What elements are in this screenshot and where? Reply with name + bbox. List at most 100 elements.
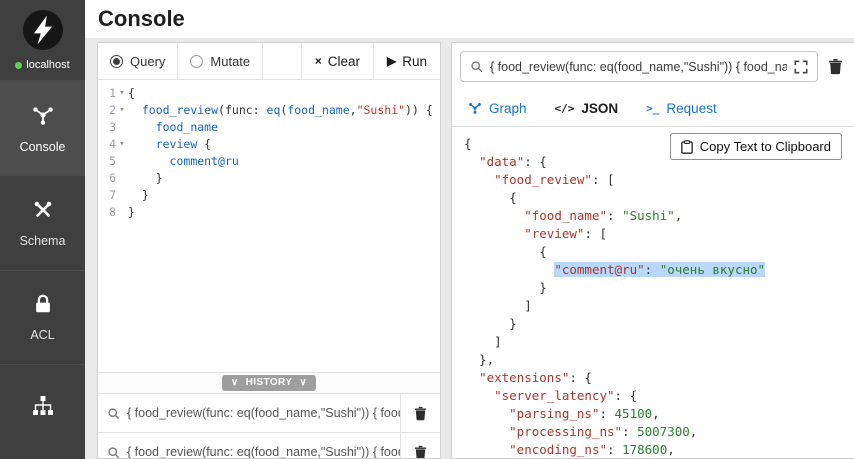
json-line: "comment@ru": "очень вкусно" xyxy=(464,261,854,279)
delete-query-button[interactable] xyxy=(827,58,844,75)
content: Query Mutate × Clear ▶ Run xyxy=(85,38,854,459)
graph-icon xyxy=(468,101,482,115)
history-item[interactable]: { food_review(func: eq(food_name,"Sushi"… xyxy=(98,393,440,432)
main-area: Console Query Mutate × Cl xyxy=(85,0,854,459)
json-line: } xyxy=(464,279,854,297)
editor-line: 4▾ review { xyxy=(98,136,440,153)
terminal-icon: >_ xyxy=(646,102,659,115)
tab-graph[interactable]: Graph xyxy=(454,90,541,126)
search-icon xyxy=(107,407,120,420)
json-line: { xyxy=(464,189,854,207)
query-mode-label: Query xyxy=(130,54,165,69)
tab-json[interactable]: </> JSON xyxy=(541,90,633,126)
json-line: }, xyxy=(464,351,854,369)
json-line: ] xyxy=(464,333,854,351)
tab-label: JSON xyxy=(581,101,618,116)
search-icon xyxy=(470,60,483,73)
server-name: localhost xyxy=(26,59,69,71)
dgraph-logo xyxy=(22,9,64,54)
fold-arrow-icon[interactable]: ▾ xyxy=(116,102,128,119)
radio-icon xyxy=(190,55,203,68)
sidebar-item-console[interactable]: Console xyxy=(0,80,85,175)
json-line: ] xyxy=(464,297,854,315)
clear-x-icon: × xyxy=(315,54,322,68)
json-line: { xyxy=(464,243,854,261)
radio-icon xyxy=(110,55,123,68)
line-number: 5 xyxy=(98,153,116,170)
toolbar-spacer xyxy=(263,43,301,79)
history-label: HISTORY xyxy=(246,378,293,388)
fold-gutter xyxy=(116,187,128,204)
chevron-down-icon: ∨ xyxy=(299,378,307,388)
line-number: 7 xyxy=(98,187,116,204)
run-label: Run xyxy=(402,54,427,69)
line-number: 1 xyxy=(98,85,116,102)
query-panel: Query Mutate × Clear ▶ Run xyxy=(97,42,441,459)
history-query-text: { food_review(func: eq(food_name,"Sushi"… xyxy=(127,406,400,420)
line-number: 8 xyxy=(98,204,116,221)
page-header: Console xyxy=(85,0,854,38)
fold-gutter xyxy=(116,153,128,170)
fold-gutter xyxy=(116,170,128,187)
fold-arrow-icon[interactable]: ▾ xyxy=(116,136,128,153)
editor-line: 8} xyxy=(98,204,440,221)
editor-line: 6 } xyxy=(98,170,440,187)
sidebar-item-label: ACL xyxy=(30,328,54,342)
editor-line: 5 comment@ru xyxy=(98,153,440,170)
sidebar-item-label: Console xyxy=(20,140,66,154)
fold-gutter xyxy=(116,119,128,136)
copy-button-label: Copy Text to Clipboard xyxy=(700,139,831,154)
fold-gutter xyxy=(116,204,128,221)
page-title: Console xyxy=(98,6,185,32)
editor-line: 3 food_name xyxy=(98,119,440,136)
line-number: 2 xyxy=(98,102,116,119)
editor-line: 7 } xyxy=(98,187,440,204)
delete-history-button[interactable] xyxy=(400,394,440,432)
line-number: 3 xyxy=(98,119,116,136)
sidebar-item-acl[interactable]: ACL xyxy=(0,270,85,365)
acl-lock-icon xyxy=(32,292,54,319)
query-editor[interactable]: 1▾{2▾ food_review(func: eq(food_name,"Su… xyxy=(98,80,440,372)
sidebar-item-schema[interactable]: Schema xyxy=(0,175,85,270)
history-query-text: { food_review(func: eq(food_name,"Sushi"… xyxy=(127,445,400,459)
schema-tools-icon xyxy=(31,198,55,225)
app-root: localhost Console Schema ACL xyxy=(0,0,854,459)
server-status: localhost xyxy=(15,59,69,71)
clear-label: Clear xyxy=(328,54,360,69)
mutate-mode-radio[interactable]: Mutate xyxy=(178,43,263,79)
results-panel: { food_review(func: eq(food_name,"Sushi"… xyxy=(451,42,854,459)
current-query-box[interactable]: { food_review(func: eq(food_name,"Sushi"… xyxy=(460,51,818,82)
fold-arrow-icon[interactable]: ▾ xyxy=(116,85,128,102)
sidebar-server[interactable]: localhost xyxy=(0,0,85,80)
clipboard-icon xyxy=(681,140,693,154)
copy-to-clipboard-button[interactable]: Copy Text to Clipboard xyxy=(670,133,842,160)
query-mode-radio[interactable]: Query xyxy=(98,43,178,79)
code-icon: </> xyxy=(555,102,575,115)
console-graph-icon xyxy=(30,102,56,131)
json-line: "processing_ns": 5007300, xyxy=(464,423,854,441)
json-view: Copy Text to Clipboard { "data": { "food… xyxy=(452,127,854,458)
editor-line: 2▾ food_review(func: eq(food_name,"Sushi… xyxy=(98,102,440,119)
chevron-down-icon: ∨ xyxy=(231,378,239,388)
history-toggle[interactable]: ∨ HISTORY ∨ xyxy=(222,375,316,391)
line-number: 6 xyxy=(98,170,116,187)
results-tabs: Graph </> JSON >_ Request xyxy=(452,90,854,127)
cluster-icon xyxy=(31,394,55,421)
editor-line: 1▾{ xyxy=(98,85,440,102)
sidebar-item-cluster[interactable] xyxy=(0,364,85,459)
tab-request[interactable]: >_ Request xyxy=(632,90,731,126)
play-icon: ▶ xyxy=(387,54,396,68)
delete-history-button[interactable] xyxy=(400,433,440,459)
json-line: "review": [ xyxy=(464,225,854,243)
clear-button[interactable]: × Clear xyxy=(301,43,373,79)
json-line: "extensions": { xyxy=(464,369,854,387)
history-bar: ∨ HISTORY ∨ xyxy=(98,372,440,393)
json-line: "server_latency": { xyxy=(464,387,854,405)
run-button[interactable]: ▶ Run xyxy=(373,43,440,79)
history-item[interactable]: { food_review(func: eq(food_name,"Sushi"… xyxy=(98,432,440,459)
tab-label: Request xyxy=(666,101,716,116)
json-line: "food_review": [ xyxy=(464,171,854,189)
tab-label: Graph xyxy=(489,101,527,116)
fullscreen-icon[interactable] xyxy=(794,60,808,74)
connection-status-dot xyxy=(15,62,22,69)
